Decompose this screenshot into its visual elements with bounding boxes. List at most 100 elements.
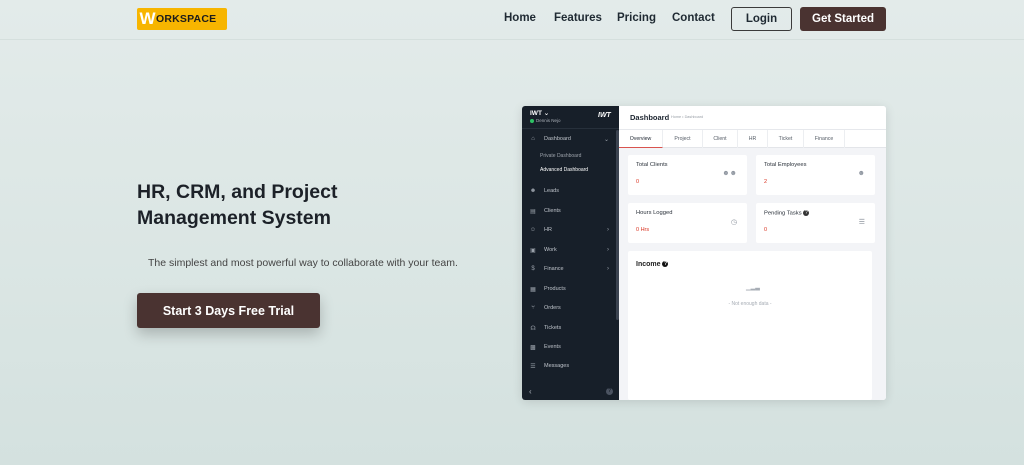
sidebar-footer: ‹ ? <box>522 385 619 400</box>
card-pending-tasks[interactable]: Pending Tasks ? 0 ☰ <box>756 203 875 243</box>
sidebar-item-messages[interactable]: ☰ Messages <box>522 357 617 375</box>
card-title: Hours Logged <box>636 210 673 216</box>
card-title: Total Clients <box>636 162 668 168</box>
sidebar-item-label: Leads <box>544 188 559 194</box>
nav-link-contact[interactable]: Contact <box>672 12 715 24</box>
sidebar-item-finance[interactable]: $ Finance › <box>522 260 617 278</box>
sidebar-subitem-advanced-dashboard[interactable]: Advanced Dashboard <box>540 167 588 173</box>
hero-title-line-1: HR, CRM, and Project <box>137 181 338 203</box>
help-icon[interactable]: ? <box>803 210 810 216</box>
users-icon: ☺ <box>529 227 537 233</box>
message-icon: ☰ <box>530 363 536 370</box>
card-value: 0 <box>636 179 640 185</box>
cart-icon: ⑂ <box>531 305 535 311</box>
sidebar-item-label: HR <box>544 227 552 233</box>
users-icon: ☻☻ <box>722 170 737 177</box>
chevron-right-icon: › <box>607 247 609 253</box>
card-title: Pending Tasks ? <box>764 210 810 217</box>
sidebar-item-work[interactable]: ▣ Work › <box>522 241 617 259</box>
tab-client[interactable]: Client <box>703 130 738 148</box>
sidebar-item-dashboard[interactable]: ⌂ Dashboard ⌄ <box>522 130 617 148</box>
sidebar-item-label: Messages <box>544 363 570 369</box>
sidebar-item-products[interactable]: ▦ Products <box>522 280 617 298</box>
get-started-button[interactable]: Get Started <box>800 7 886 31</box>
chevron-right-icon: › <box>607 266 609 272</box>
login-button[interactable]: Login <box>731 7 792 31</box>
help-icon[interactable]: ? <box>606 388 613 395</box>
user-icon: ☻ <box>529 188 537 194</box>
briefcase-icon: ▣ <box>530 247 536 254</box>
logo-w: W <box>139 9 155 28</box>
sidebar-user: Dennis Nejo <box>530 118 561 123</box>
page-title: Dashboard <box>630 113 670 122</box>
chevron-down-icon: ⌄ <box>543 110 550 117</box>
app-main: Dashboard Home • Dashboard Overview Proj… <box>619 106 886 400</box>
nav-link-pricing[interactable]: Pricing <box>617 12 656 24</box>
no-data-message: - Not enough data - <box>728 301 772 307</box>
sidebar-item-label: Work <box>544 247 557 253</box>
sidebar-item-leads[interactable]: ☻ Leads <box>522 182 617 200</box>
sidebar-item-orders[interactable]: ⑂ Orders <box>522 299 617 317</box>
sidebar-item-hr[interactable]: ☺ HR › <box>522 221 617 239</box>
dashboard-tabs: Overview Project Client HR Ticket Financ… <box>619 130 886 148</box>
sidebar-item-events[interactable]: ▩ Events <box>522 338 617 356</box>
breadcrumb: Home • Dashboard <box>671 115 704 119</box>
sidebar-item-label: Finance <box>544 266 564 272</box>
calendar-icon: ▩ <box>530 344 536 351</box>
card-value: 0 <box>764 227 768 233</box>
sidebar-item-label: Tickets <box>544 325 562 331</box>
tab-hr[interactable]: HR <box>738 130 768 148</box>
clock-icon: ◷ <box>730 219 737 226</box>
tab-overview[interactable]: Overview <box>619 130 663 148</box>
sidebar-item-label: Clients <box>544 208 561 214</box>
workspace-logo[interactable]: W ORKSPACE <box>137 8 227 30</box>
card-total-employees[interactable]: Total Employees 2 ☻ <box>756 155 875 195</box>
workspace-name: IWT <box>530 110 542 117</box>
income-widget: Income ? ▁▂▃ - Not enough data - <box>628 251 872 400</box>
workspace-switcher[interactable]: IWT ⌄ <box>530 109 549 117</box>
list-icon: ☰ <box>858 219 865 226</box>
nav-link-features[interactable]: Features <box>554 12 602 24</box>
tab-finance[interactable]: Finance <box>804 130 845 148</box>
user-name: Dennis Nejo <box>536 118 561 123</box>
chevron-right-icon: › <box>607 227 609 233</box>
sidebar-logo: IWT <box>598 112 611 119</box>
sidebar-item-label: Products <box>544 286 566 292</box>
sidebar-item-label: Dashboard <box>544 136 571 142</box>
income-title: Income ? <box>636 261 669 268</box>
top-nav: W ORKSPACE Home Features Pricing Contact… <box>0 0 1024 40</box>
chart-icon: ▤ <box>530 208 536 215</box>
box-icon: ▦ <box>530 286 536 293</box>
sidebar-item-clients[interactable]: ▤ Clients <box>522 202 617 220</box>
logo-text: ORKSPACE <box>156 13 217 25</box>
card-title-text: Pending Tasks <box>764 210 802 217</box>
card-value: 0 Hrs <box>636 227 650 233</box>
nav-link-home[interactable]: Home <box>504 12 536 24</box>
collapse-sidebar-icon[interactable]: ‹ <box>529 387 532 396</box>
sidebar-item-label: Orders <box>544 305 561 311</box>
tab-ticket[interactable]: Ticket <box>768 130 804 148</box>
headset-icon: ☊ <box>530 325 536 332</box>
chevron-down-icon: ⌄ <box>603 136 609 143</box>
home-icon: ⌂ <box>531 136 535 142</box>
hero-subtitle: The simplest and most powerful way to co… <box>148 257 458 269</box>
sidebar-subitem-private-dashboard[interactable]: Private Dashboard <box>540 153 581 159</box>
hero-title: HR, CRM, and Project Management System <box>137 179 437 231</box>
hero-title-line-2: Management System <box>137 207 331 229</box>
app-preview: IWT ⌄ Dennis Nejo IWT ⌂ Dashboard ⌄ Priv… <box>522 106 886 400</box>
bar-chart-icon: ▁▂▃ <box>746 285 760 291</box>
help-icon[interactable]: ? <box>662 261 669 268</box>
sidebar-item-label: Events <box>544 344 561 350</box>
card-value: 2 <box>764 179 768 185</box>
online-status-icon <box>530 118 534 123</box>
sidebar-item-tickets[interactable]: ☊ Tickets <box>522 319 617 337</box>
tab-project[interactable]: Project <box>663 130 703 148</box>
sidebar-header: IWT ⌄ Dennis Nejo IWT <box>522 106 619 129</box>
income-title-text: Income <box>636 261 661 268</box>
free-trial-button[interactable]: Start 3 Days Free Trial <box>137 293 320 328</box>
card-hours-logged[interactable]: Hours Logged 0 Hrs ◷ <box>628 203 747 243</box>
app-sidebar: IWT ⌄ Dennis Nejo IWT ⌂ Dashboard ⌄ Priv… <box>522 106 619 400</box>
dollar-icon: $ <box>531 266 535 272</box>
app-topbar: Dashboard Home • Dashboard <box>619 106 886 130</box>
card-total-clients[interactable]: Total Clients 0 ☻☻ <box>628 155 747 195</box>
